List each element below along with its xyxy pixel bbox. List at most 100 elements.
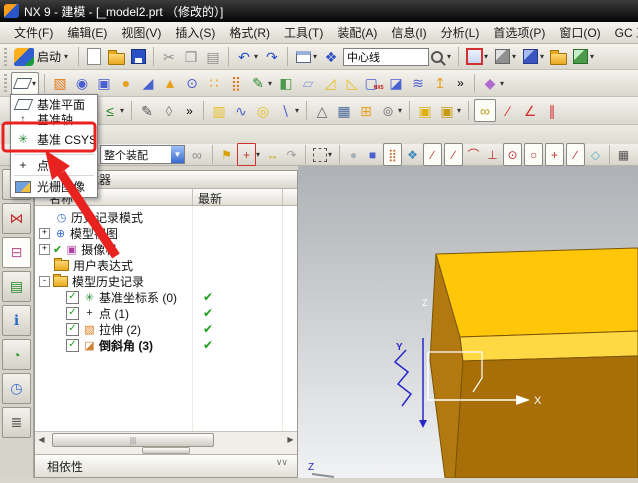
checkbox[interactable]: ✓ [66,306,79,320]
circle-snap-button[interactable]: ○ [524,143,543,166]
history-tab[interactable]: ◷ [2,373,31,404]
torus-button[interactable]: ◎ [253,100,273,121]
tree-row-model-history[interactable]: - 模型历史记录 [35,273,297,289]
chevron-down-icon[interactable]: ▾ [254,150,262,159]
start-button[interactable]: 启动 ▾ [11,47,73,67]
offset-button[interactable]: ↥ [430,73,450,94]
paste-button[interactable]: ▤ [203,46,223,67]
revolve-button[interactable]: ◉ [72,73,92,94]
erase-button[interactable]: ◊ [159,100,179,121]
menu-analysis[interactable]: 分析(L) [435,22,486,43]
extrude-button[interactable]: ▧ [50,73,70,94]
shell-button[interactable]: ▢ NX5 [364,73,384,94]
sketch-curve-button[interactable]: ✎ [137,100,157,121]
collapse-chevron-icon[interactable]: ∨∨ [276,457,288,468]
chevron-down-icon[interactable]: ▾ [293,106,301,115]
render-style-button[interactable]: ▾ [492,46,518,67]
selection-scope-select[interactable]: 整个装配 ▼ [100,145,185,164]
line-button[interactable]: ∕ [498,100,518,121]
copy-button[interactable]: ❐ [181,46,201,67]
rotate-handle-button[interactable]: ↷ [283,144,300,165]
expand-icon[interactable]: + [39,227,50,239]
open-button[interactable] [106,46,126,67]
redo-button[interactable]: ↷ [262,46,282,67]
box-top-face[interactable] [435,247,638,338]
chevron-down-icon[interactable]: ▾ [538,52,546,61]
chevron-down-icon[interactable]: ▾ [510,52,518,61]
menu-window[interactable]: 窗口(O) [553,22,606,43]
save-button[interactable] [128,46,148,67]
chevron-down-icon[interactable]: ▾ [498,79,506,88]
display-mode-button[interactable]: ▾ [293,46,319,67]
tree-row-chamfer[interactable]: ✓ ◪ 倒斜角 (3) ✔ [35,337,297,353]
spreadsheet-button[interactable]: ▦ [334,100,354,121]
undo-button[interactable]: ↶ ▾ [234,46,260,67]
menu-tools[interactable]: 工具(T) [278,22,329,43]
chevron-down-icon[interactable]: ▾ [445,52,453,61]
sweep-button[interactable]: ∖ ▾ [275,100,301,121]
center-snap-button[interactable]: ⊙ [503,143,522,166]
menu-format[interactable]: 格式(R) [223,22,276,43]
menu-view[interactable]: 视图(V) [115,22,167,43]
binoculars-button[interactable]: ∞ [187,144,207,165]
sheet-button[interactable]: ▱ [298,73,318,94]
chevron-down-icon[interactable]: ▾ [455,106,463,115]
chevron-down-icon[interactable]: ▾ [396,106,404,115]
face-snap-button[interactable]: ◇ [587,144,604,165]
chevron-down-icon[interactable]: ▾ [326,150,334,159]
toolbar-overflow-button[interactable]: » [452,73,469,94]
shaded-view-button[interactable]: ▾ [520,46,546,67]
menu-gc-toolbox[interactable]: GC 工具箱 [609,22,638,43]
sphere-button[interactable]: ● [116,73,136,94]
marquee-select-button[interactable]: ▾ [311,144,334,165]
toolbar-grip[interactable] [4,74,7,92]
triangle-button[interactable]: △ [312,100,332,121]
midpoint-snap-button[interactable]: ∕ [444,143,463,166]
part-navigator-tab[interactable]: ⊟ [2,237,31,268]
chevron-down-icon[interactable]: ▾ [252,52,260,61]
sketch-in-task-button[interactable]: ≤ ▾ [100,100,126,121]
spring-button[interactable]: ∿ [231,100,251,121]
menu-information[interactable]: 信息(I) [385,22,432,43]
collapse-icon[interactable]: - [39,275,50,287]
column-latest[interactable]: 最新 [198,190,222,207]
chevron-down-icon[interactable]: ▾ [266,79,274,88]
menu-item-datum-axis[interactable]: ↑ 基准轴 [11,112,97,127]
tree-row-user-expressions[interactable]: 用户表达式 [35,257,297,273]
thicken-button[interactable]: ≋ [408,73,428,94]
search-input[interactable] [343,47,430,66]
tangent-snap-button[interactable]: ⌒ [465,144,482,165]
point-dialog-button[interactable]: ⣿ [383,143,402,166]
endpoint-snap-button[interactable]: ∕ [423,143,442,166]
toolbar-grip[interactable] [4,47,7,66]
hd3d-tools-tab[interactable]: ℹ [2,305,31,336]
scroll-right-icon[interactable]: ▶ [284,435,297,444]
boss-button[interactable]: ⊙ [182,73,202,94]
menu-item-raster-image[interactable]: 光栅图像 [11,178,97,195]
menu-insert[interactable]: 插入(S) [169,22,221,43]
chevron-down-icon[interactable]: ▾ [118,106,126,115]
tree-row-datum-csys[interactable]: ✓ ✳ 基准坐标系 (0) ✔ [35,289,297,305]
menu-assemblies[interactable]: 装配(A) [331,22,383,43]
tree-row-point[interactable]: ✓ + 点 (1) ✔ [35,305,297,321]
pattern-feature-button[interactable]: ⣿ [226,73,246,94]
color-palette-button[interactable]: ❖ [404,144,421,165]
mirror-feature-button[interactable]: ◧ [276,73,296,94]
cylinder-button[interactable]: ▥ [209,100,229,121]
menu-item-point[interactable]: + 点 [11,157,97,173]
move-handles-button[interactable]: ↔ [264,144,281,165]
open-folder2-button[interactable] [548,46,568,67]
new-document-button[interactable] [84,46,104,67]
cube-select-button[interactable]: ■ [364,144,381,165]
cone-button[interactable]: ▲ [160,73,180,94]
bend-button[interactable]: ◿ [320,73,340,94]
scrollbar-track[interactable]: ||| [48,433,284,447]
yellow-cubes2-button[interactable]: ▣ ▾ [437,100,463,121]
unite-boolean-button[interactable]: ◆ ▾ [480,73,506,94]
chevron-down-icon[interactable]: ▾ [482,52,490,61]
relations-button[interactable]: ⊚ ▾ [378,100,404,121]
yellow-cubes-button[interactable]: ▣ [415,100,435,121]
chevron-down-icon[interactable]: ▾ [588,52,596,61]
tree-row-cameras[interactable]: + ✔ ▣ 摄像机 [35,241,297,257]
parallel-lines-button[interactable]: ∥ [542,100,562,121]
